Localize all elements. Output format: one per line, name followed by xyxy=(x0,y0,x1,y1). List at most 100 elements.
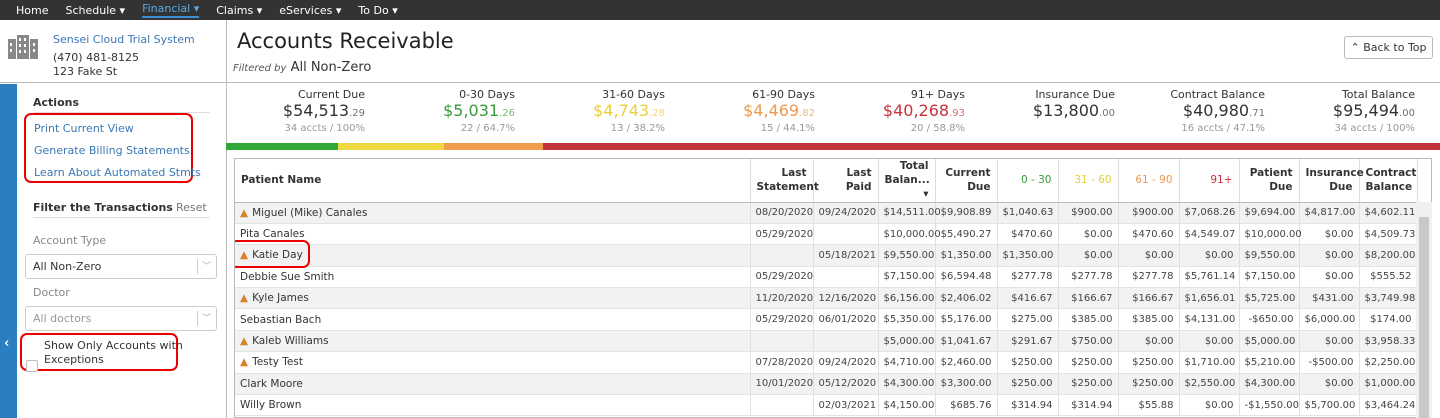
table-cell: 06/01/2020 xyxy=(813,308,879,331)
summary-label: 0-30 Days xyxy=(459,88,515,101)
table-row[interactable]: Sebastian Bach 05/29/2020 06/01/2020 $5,350… xyxy=(235,308,1418,331)
summary-value: $95,494.00 xyxy=(1255,101,1415,123)
nav-item-todo[interactable]: To Do ▾ xyxy=(358,4,397,17)
table-cell: $9,694.00 xyxy=(1239,202,1300,224)
column-header-insurance-due[interactable]: Insurance Due xyxy=(1299,159,1364,203)
table-cell: 11/20/2020 xyxy=(750,287,814,310)
patient-name[interactable]: Sebastian Bach xyxy=(240,314,321,326)
table-cell: $900.00 xyxy=(1118,202,1180,224)
table-cell: $4,602.11 xyxy=(1359,202,1418,224)
column-header-last-paid[interactable]: Last Paid xyxy=(813,159,879,203)
summary-value: $54,513.29 xyxy=(205,101,365,123)
account-type-select[interactable]: All Non-Zero ﹀ xyxy=(25,254,217,279)
table-cell: $5,210.00 xyxy=(1239,351,1300,374)
collapse-sidebar-button[interactable]: ‹ xyxy=(0,84,17,418)
table-cell: $314.94 xyxy=(997,394,1059,417)
patient-name[interactable]: Pita Canales xyxy=(240,228,305,240)
patient-name[interactable]: Debbie Sue Smith xyxy=(240,271,334,283)
org-name[interactable]: Sensei Cloud Trial System xyxy=(53,33,195,46)
patient-name-cell[interactable]: ▲ Kaleb Williams xyxy=(235,330,751,353)
table-cell: 09/24/2020 xyxy=(813,202,879,224)
patient-name-cell[interactable]: ▲ Testy Test xyxy=(235,351,751,374)
column-header-61-90[interactable]: 61 - 90 xyxy=(1118,159,1180,203)
warning-icon: ▲ xyxy=(240,292,249,305)
column-header-total-balan[interactable]: Total Balan... ▾ xyxy=(878,159,936,203)
learn-automated-stmts-link[interactable]: Learn About Automated Stmts xyxy=(34,166,201,179)
column-header-contract-balance[interactable]: Contract Balance xyxy=(1359,159,1418,203)
summary-31-60-days: 31-60 Days $4,743.28 13 / 38.2% xyxy=(505,88,665,134)
patient-name[interactable]: Kaleb Williams xyxy=(252,335,328,347)
table-cell: $5,350.00 xyxy=(878,308,936,331)
patient-name[interactable]: Willy Brown xyxy=(240,399,301,411)
table-row[interactable]: Willy Brown 02/03/2021 $4,150.00 $685.76 $31… xyxy=(235,394,1418,417)
patient-name-cell[interactable]: Sebastian Bach xyxy=(235,308,751,331)
table-cell: $470.60 xyxy=(1118,223,1180,246)
summary-sub: 16 accts / 47.1% xyxy=(1181,123,1265,134)
table-cell: $4,131.00 xyxy=(1179,308,1240,331)
back-to-top-button[interactable]: ⌃ Back to Top xyxy=(1344,36,1433,59)
doctor-label: Doctor xyxy=(33,286,70,299)
column-header-patient-name[interactable]: Patient Name xyxy=(235,159,751,203)
nav-item-schedule[interactable]: Schedule ▾ xyxy=(65,4,125,17)
summary-whole: $95,494 xyxy=(1332,101,1400,120)
table-cell: $685.76 xyxy=(935,394,998,417)
table-cell: $277.78 xyxy=(997,266,1059,289)
patient-name-cell[interactable]: Debbie Sue Smith xyxy=(235,266,751,289)
back-to-top-label: Back to Top xyxy=(1363,41,1427,54)
summary-sub: 15 / 44.1% xyxy=(760,123,815,134)
patient-name-cell[interactable]: ▲ Katie Day xyxy=(235,240,751,269)
table-row[interactable]: Clark Moore 10/01/2020 05/12/2020 $4,300.00… xyxy=(235,373,1418,396)
patient-name-cell[interactable]: Pita Canales xyxy=(235,223,751,246)
doctor-select[interactable]: All doctors ﹀ xyxy=(25,306,217,331)
patient-name-cell[interactable]: ▲ Miguel (Mike) Canales xyxy=(235,202,751,224)
table-row[interactable]: ▲ Kaleb Williams $5,000.00 $1,041.67 $291.67… xyxy=(235,330,1418,353)
patient-name[interactable]: Kyle James xyxy=(252,292,309,304)
nav-item-financial[interactable]: Financial ▾ xyxy=(142,2,200,18)
table-cell: $900.00 xyxy=(1058,202,1119,224)
table-row[interactable]: ▲ Kyle James 11/20/2020 12/16/2020 $6,156.00… xyxy=(235,287,1418,310)
patient-name[interactable]: Miguel (Mike) Canales xyxy=(252,207,367,219)
patient-name-cell[interactable]: Clark Moore xyxy=(235,373,751,396)
table-cell: $5,725.00 xyxy=(1239,287,1300,310)
nav-item-home[interactable]: Home xyxy=(16,4,48,17)
aging-bar-segment xyxy=(226,143,338,150)
table-cell: $5,000.00 xyxy=(1239,330,1300,353)
nav-item-eservices[interactable]: eServices ▾ xyxy=(279,4,341,17)
patient-name[interactable]: Clark Moore xyxy=(240,378,303,390)
summary-sub: 20 / 58.8% xyxy=(910,123,965,134)
table-row[interactable]: Debbie Sue Smith 05/29/2020 $7,150.00 $6,59… xyxy=(235,266,1418,289)
patient-name-cell[interactable]: Willy Brown xyxy=(235,394,751,417)
table-cell: $250.00 xyxy=(1058,373,1119,396)
table-row[interactable]: Pita Canales 05/29/2020 $10,000.00 $5,490.2… xyxy=(235,223,1418,246)
print-current-view-link[interactable]: Print Current View xyxy=(34,122,134,135)
column-header-91[interactable]: 91+ xyxy=(1179,159,1240,203)
summary-sub: 34 accts / 100% xyxy=(1334,123,1415,134)
table-cell: $0.00 xyxy=(1058,244,1119,267)
table-cell: $385.00 xyxy=(1058,308,1119,331)
table-cell: $4,509.73 xyxy=(1359,223,1418,246)
scrollbar-thumb[interactable] xyxy=(1419,217,1429,418)
generate-billing-statements-link[interactable]: Generate Billing Statements xyxy=(34,144,190,157)
summary-whole: $4,743 xyxy=(593,101,650,120)
table-cell: $166.67 xyxy=(1118,287,1180,310)
table-row[interactable]: ▲ Miguel (Mike) Canales 08/20/2020 09/24/20… xyxy=(235,202,1418,224)
table-cell: $250.00 xyxy=(997,351,1059,374)
column-header-last-statement[interactable]: Last Statement xyxy=(750,159,819,203)
summary-label: Insurance Due xyxy=(1035,88,1115,101)
nav-item-claims[interactable]: Claims ▾ xyxy=(216,4,262,17)
table-row[interactable]: ▲ Testy Test 07/28/2020 09/24/2020 $4,710.00… xyxy=(235,351,1418,374)
column-header-patient-due[interactable]: Patient Due xyxy=(1239,159,1300,203)
column-header-0-30[interactable]: 0 - 30 xyxy=(997,159,1059,203)
patient-name[interactable]: Testy Test xyxy=(252,356,303,368)
column-header-31-60[interactable]: 31 - 60 xyxy=(1058,159,1119,203)
patient-name-cell[interactable]: ▲ Kyle James xyxy=(235,287,751,310)
table-cell: $1,040.63 xyxy=(997,202,1059,224)
table-scrollbar[interactable] xyxy=(1416,202,1432,418)
column-header-current-due[interactable]: Current Due xyxy=(935,159,998,203)
table-cell: $1,350.00 xyxy=(997,244,1059,267)
summary-label: Current Due xyxy=(297,88,365,101)
exceptions-label[interactable]: Show Only Accounts with Exceptions xyxy=(44,339,183,367)
table-row[interactable]: ▲ Katie Day 05/18/2021 $9,550.00 $1,350.00 $1… xyxy=(235,240,1418,269)
exceptions-checkbox[interactable] xyxy=(26,360,38,372)
reset-link[interactable]: Reset xyxy=(176,201,207,214)
